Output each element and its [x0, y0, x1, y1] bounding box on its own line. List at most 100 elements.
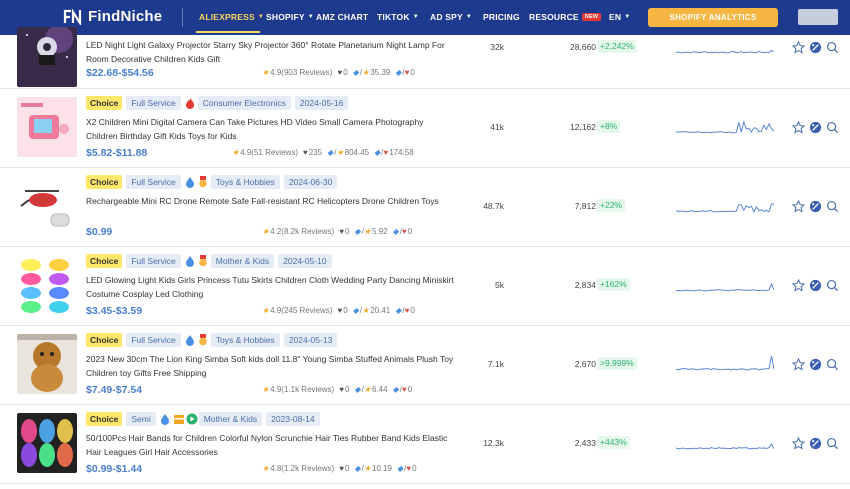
user-avatar[interactable] [798, 9, 838, 25]
logo[interactable]: FindNiche [63, 8, 162, 25]
order-count: 28,660 [570, 42, 596, 52]
product-tag[interactable]: Toys & Hobbies [210, 333, 280, 347]
product-thumbnail[interactable] [17, 413, 77, 473]
rating: ★ 4.9 (51 Reviews) [232, 148, 298, 157]
rating-value: 4.9 [270, 306, 282, 315]
favorite-star-icon[interactable] [792, 121, 805, 134]
nav-ad-spy-label: AD SPY [430, 12, 463, 22]
product-tag[interactable]: Toys & Hobbies [210, 175, 280, 189]
nav-pricing[interactable]: PRICING [483, 12, 520, 22]
product-title[interactable]: Rechargeable Mini RC Drone Remote Safe F… [86, 194, 456, 208]
product-thumbnail[interactable] [17, 97, 77, 157]
product-title[interactable]: 50/100Pcs Hair Bands for Children Colorf… [86, 431, 456, 459]
review-count: (245 Reviews) [281, 306, 333, 315]
product-stats: ★ 4.9 (903 Reviews) ♥ 0 ◆ / ★ 35.39 ◆ / ♥ 0 [262, 68, 420, 77]
product-tag[interactable]: Full Service [126, 175, 181, 189]
star-half-icon: ★ [262, 306, 270, 315]
tag-score-value: 804.45 [344, 148, 370, 157]
favorite-star-icon[interactable] [792, 200, 805, 213]
product-row[interactable]: Choice Full Service Toys & Hobbies 2024-05-… [0, 326, 850, 405]
tag-icon: ◆ [395, 68, 402, 77]
nav-divider [182, 8, 183, 27]
compare-icon[interactable] [809, 358, 822, 371]
product-title[interactable]: LED Night Light Galaxy Projector Starry … [86, 38, 456, 66]
nav-language[interactable]: EN ▼ [609, 12, 630, 22]
product-tag[interactable]: Full Service [126, 96, 181, 110]
heart-icon: ♥ [383, 148, 389, 157]
product-tag[interactable]: Mother & Kids [210, 254, 275, 268]
row-actions [792, 121, 843, 134]
shopify-analytics-button[interactable]: SHOPIFY ANALYTICS [648, 8, 778, 27]
product-thumbnail[interactable] [17, 334, 77, 394]
favorite-star-icon[interactable] [792, 279, 805, 292]
nav-ad-spy[interactable]: AD SPY ▼ [430, 12, 472, 22]
product-tag[interactable]: Full Service [126, 254, 181, 268]
star-half-icon: ★ [262, 227, 270, 236]
compare-icon[interactable] [809, 41, 822, 54]
product-row[interactable]: Choice Full Service Consumer Electronics 20… [0, 89, 850, 168]
nav-resource[interactable]: RESOURCE NEW [529, 12, 602, 22]
heart-icon: ♥ [337, 306, 343, 315]
compare-icon[interactable] [809, 121, 822, 134]
nav-shopify[interactable]: SHOPIFY ▼ [266, 12, 314, 22]
product-tag[interactable]: Mother & Kids [198, 412, 263, 426]
favorite-star-icon[interactable] [792, 437, 805, 450]
product-row[interactable]: Choice Full Service Toys & Hobbies 2024-06-… [0, 168, 850, 247]
product-tag[interactable]: 2024-06-30 [283, 175, 338, 189]
compare-icon[interactable] [809, 279, 822, 292]
product-tag[interactable]: 2024-05-16 [294, 96, 349, 110]
product-tag[interactable]: Full Service [126, 333, 181, 347]
product-tags: Choice Full Service Toys & Hobbies 2024-05-… [86, 333, 341, 347]
wishlist-count: 235 [308, 148, 323, 157]
rating-value: 4.9 [270, 68, 282, 77]
wishlist: ♥ 0 [339, 385, 349, 394]
search-icon[interactable] [826, 200, 839, 213]
tag-heart-value: 0 [407, 227, 413, 236]
product-thumbnail[interactable] [17, 27, 77, 87]
growth-badge: +443% [597, 436, 630, 449]
product-tag[interactable]: Consumer Electronics [197, 96, 291, 110]
favorite-star-icon[interactable] [792, 358, 805, 371]
star-half-icon: ★ [262, 68, 270, 77]
row-actions [792, 437, 843, 450]
product-title[interactable]: X2 Children Mini Digital Camera Can Take… [86, 115, 456, 143]
compare-icon[interactable] [809, 437, 822, 450]
compare-icon[interactable] [809, 200, 822, 213]
product-thumbnail[interactable] [17, 176, 77, 236]
sales-count: 12.3k [483, 438, 504, 448]
star-half-icon: ★ [262, 464, 270, 473]
tag-score: ◆ / ★ 10.19 [354, 464, 392, 473]
nav-tiktok[interactable]: TIKTOK ▼ [377, 12, 419, 22]
tag-icon: ◆ [392, 385, 399, 394]
product-tag[interactable]: 2023-08-14 [266, 412, 320, 426]
drop-icon [185, 255, 195, 267]
product-tag[interactable]: 2024-05-13 [283, 333, 338, 347]
search-icon[interactable] [826, 279, 839, 292]
product-title[interactable]: 2023 New 30cm The Lion King Simba Soft k… [86, 352, 456, 380]
product-row[interactable]: LED Night Light Galaxy Projector Starry … [0, 27, 850, 89]
product-tag[interactable]: Semi [126, 412, 156, 426]
review-count: (903 Reviews) [281, 68, 333, 77]
medal-icon [198, 334, 208, 346]
product-row[interactable]: Choice Semi Mother & Kids 2023-08-14 50/100… [0, 405, 850, 484]
product-row[interactable]: Choice Full Service Mother & Kids 2024-05-1… [0, 247, 850, 326]
search-icon[interactable] [826, 358, 839, 371]
search-icon[interactable] [826, 41, 839, 54]
sales-sparkline [676, 203, 774, 214]
nav-aliexpress[interactable]: ALIEXPRESS ▼ [199, 12, 264, 22]
search-icon[interactable] [826, 437, 839, 450]
tag-icon: ◆ [395, 306, 402, 315]
star-half-icon: ★ [232, 148, 240, 157]
nav-amz-chart[interactable]: AMZ CHART [316, 12, 368, 22]
tag-heart: ◆ / ♥ 174.58 [374, 148, 414, 157]
search-icon[interactable] [826, 121, 839, 134]
sales-count: 41k [490, 122, 504, 132]
product-tag[interactable]: 2024-05-10 [278, 254, 332, 268]
product-thumbnail[interactable] [17, 255, 77, 315]
favorite-star-icon[interactable] [792, 41, 805, 54]
product-title[interactable]: LED Glowing Light Kids Girls Princess Tu… [86, 273, 456, 301]
sales-count: 48.7k [483, 201, 504, 211]
tag-heart: ◆ / ♥ 0 [395, 68, 415, 77]
play-icon [186, 413, 198, 425]
order-count: 7,812 [574, 201, 596, 211]
